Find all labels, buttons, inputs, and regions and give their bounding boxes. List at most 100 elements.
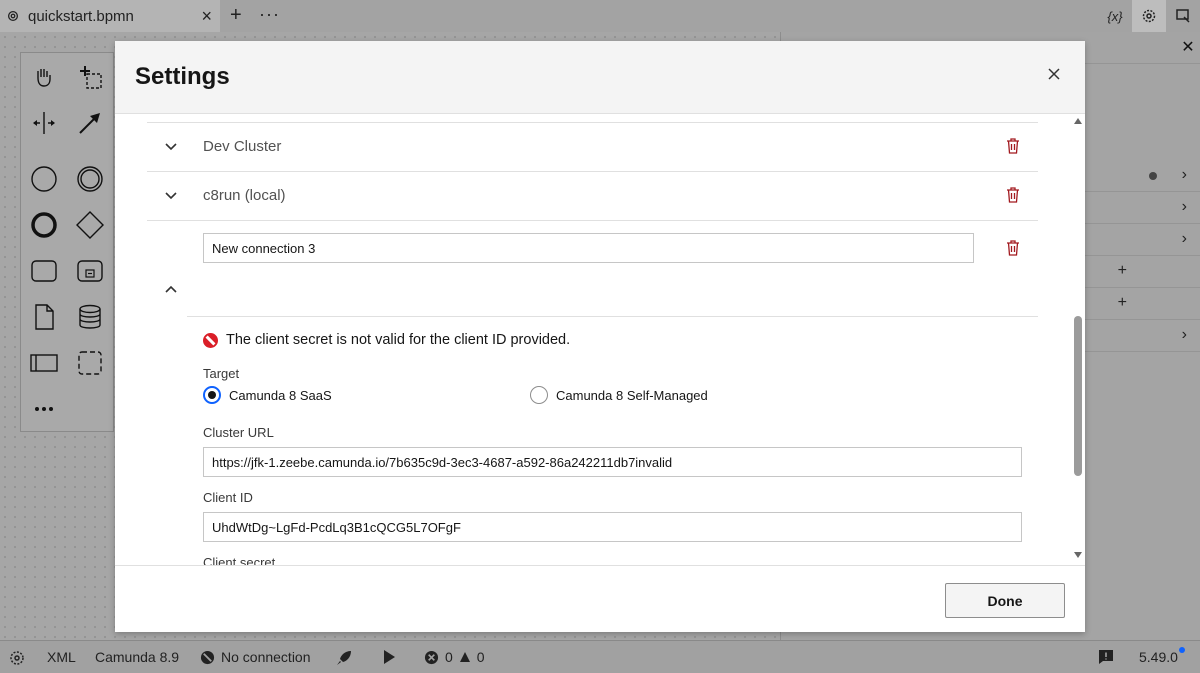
status-bar: XML Camunda 8.9 No connection 0 0 5.49.0 [0, 640, 1200, 673]
modal-header: Settings [115, 41, 1085, 114]
plus-icon: + [1117, 294, 1127, 311]
play-icon [384, 650, 395, 664]
xml-button[interactable]: XML [47, 649, 76, 665]
launch-icon [1176, 9, 1190, 23]
app-version[interactable]: 5.49.0 [1139, 647, 1185, 665]
start-event-icon[interactable] [26, 161, 62, 197]
add-tab-button[interactable]: + [230, 4, 242, 27]
problems-button[interactable]: 0 0 [424, 649, 485, 665]
error-icon [424, 650, 439, 664]
deploy-panel-button[interactable] [1166, 0, 1200, 32]
error-icon [203, 332, 218, 348]
run-button[interactable] [382, 649, 396, 665]
cluster-url-input[interactable] [203, 447, 1022, 477]
file-tab[interactable]: quickstart.bpmn × [0, 0, 220, 32]
end-event-icon[interactable] [26, 207, 62, 243]
feedback-button[interactable] [1098, 649, 1114, 665]
engine-label: Camunda 8.9 [95, 649, 180, 665]
tool-palette [20, 52, 114, 432]
warning-icon [459, 652, 470, 662]
connection-name-input[interactable] [203, 233, 974, 263]
radio-self-managed[interactable]: Camunda 8 Self-Managed [530, 386, 708, 404]
gear-icon [10, 651, 24, 665]
client-secret-label: Client secret [203, 555, 276, 565]
close-modal-button[interactable] [1043, 63, 1065, 85]
settings-status-button[interactable] [8, 649, 26, 667]
chevron-right-icon: › [1181, 230, 1187, 247]
pool-icon[interactable] [26, 345, 62, 381]
variables-icon: {x} [1107, 8, 1123, 24]
radio-saas[interactable]: Camunda 8 SaaS [203, 386, 332, 404]
target-label: Target [203, 366, 240, 381]
connection-row[interactable]: c8run (local) [147, 172, 1038, 221]
gear-icon [1142, 9, 1156, 23]
close-tab-icon[interactable]: × [201, 6, 212, 27]
xml-label: XML [47, 649, 76, 665]
subprocess-icon[interactable] [72, 253, 108, 289]
lasso-tool-icon[interactable] [72, 59, 108, 95]
settings-modal: Settings Dev Cluster c8run (local) New c… [115, 41, 1085, 632]
modal-title: Settings [135, 63, 230, 90]
rocket-icon [337, 651, 351, 665]
modal-footer: Done [115, 565, 1085, 632]
file-tab-label: quickstart.bpmn [28, 7, 134, 25]
connection-label: No connection [221, 649, 311, 665]
feedback-icon [1099, 650, 1113, 664]
trash-icon[interactable] [1006, 138, 1022, 156]
chevron-down-icon[interactable] [165, 141, 177, 153]
data-store-icon[interactable] [72, 299, 108, 335]
scroll-thumb[interactable] [1074, 316, 1082, 476]
no-connection-icon [200, 650, 215, 664]
connection-label: c8run (local) [203, 187, 286, 204]
radio-saas-label: Camunda 8 SaaS [229, 387, 332, 403]
close-icon [1048, 68, 1060, 80]
status-dot-icon [1149, 172, 1157, 180]
error-message: The client secret is not valid for the c… [226, 332, 571, 348]
space-tool-icon[interactable] [26, 105, 62, 141]
data-object-icon[interactable] [26, 299, 62, 335]
modal-body[interactable]: Dev Cluster c8run (local) The clien [115, 114, 1085, 565]
row-divider [187, 316, 1038, 317]
top-right-toolbar: {x} [1098, 0, 1200, 32]
plus-icon: + [1117, 262, 1127, 279]
connection-status-button[interactable]: No connection [200, 649, 311, 665]
target-radio-group: Camunda 8 SaaS Camunda 8 Self-Managed [203, 386, 903, 408]
chevron-down-icon[interactable] [165, 190, 177, 202]
tab-bar: quickstart.bpmn × + ··· {x} [0, 0, 1200, 32]
cluster-url-label: Cluster URL [203, 425, 274, 440]
chevron-right-icon: › [1181, 326, 1187, 343]
engine-version-button[interactable]: Camunda 8.9 [95, 649, 179, 665]
more-tools-icon[interactable] [26, 391, 62, 427]
task-icon[interactable] [26, 253, 62, 289]
settings-button[interactable] [1132, 0, 1166, 32]
done-button[interactable]: Done [945, 583, 1065, 618]
chevron-up-icon[interactable] [165, 283, 177, 295]
update-dot-icon [1178, 647, 1185, 653]
variables-button[interactable]: {x} [1098, 0, 1132, 32]
chevron-right-icon: › [1181, 166, 1187, 183]
gateway-icon[interactable] [72, 207, 108, 243]
hand-tool-icon[interactable] [26, 59, 62, 95]
gear-icon [7, 10, 19, 22]
more-tabs-button[interactable]: ··· [259, 4, 280, 25]
trash-icon[interactable] [1006, 240, 1022, 258]
group-icon[interactable] [72, 345, 108, 381]
intermediate-event-icon[interactable] [72, 161, 108, 197]
connect-tool-icon[interactable] [72, 105, 108, 141]
scroll-up-icon[interactable] [1074, 118, 1082, 124]
connection-row[interactable]: Dev Cluster [147, 123, 1038, 172]
client-id-input[interactable] [203, 512, 1022, 542]
radio-button-checked[interactable] [203, 386, 221, 404]
deploy-button[interactable] [335, 649, 353, 667]
radio-button[interactable] [530, 386, 548, 404]
radio-self-managed-label: Camunda 8 Self-Managed [556, 387, 708, 403]
warning-count: 0 [476, 649, 485, 665]
version-label: 5.49.0 [1139, 649, 1178, 665]
scroll-down-icon[interactable] [1074, 552, 1082, 558]
error-notification: The client secret is not valid for the c… [203, 332, 570, 348]
connection-label: Dev Cluster [203, 138, 282, 155]
trash-icon[interactable] [1006, 187, 1022, 205]
client-id-label: Client ID [203, 490, 253, 505]
chevron-right-icon: › [1181, 198, 1187, 215]
modal-scrollbar[interactable] [1071, 114, 1085, 565]
